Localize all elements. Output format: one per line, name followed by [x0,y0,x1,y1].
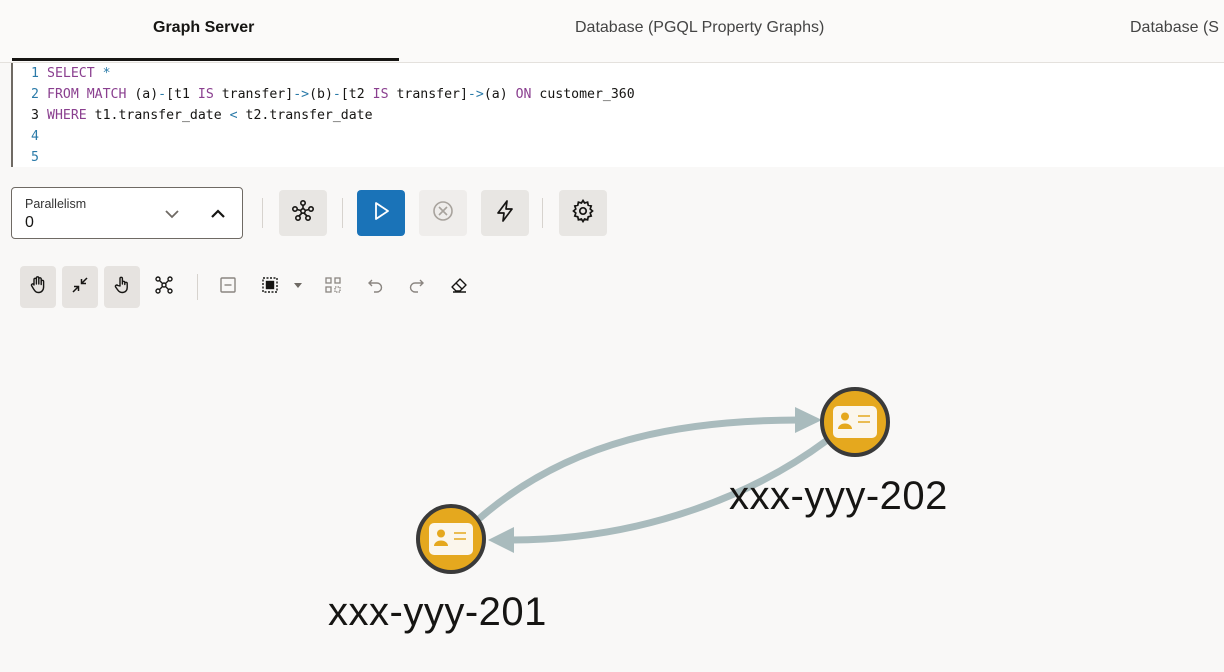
eraser-button[interactable] [441,266,477,308]
line-number: 1 [31,66,39,81]
select-grid-icon [260,275,280,300]
node-label-201: xxx-yyy-201 [328,590,547,634]
collapse-button[interactable] [62,266,98,308]
cancel-button[interactable] [419,190,467,236]
code-token: (b) [309,87,333,102]
code-token: (a) [126,87,159,102]
divider [342,198,343,228]
contact-card-icon [429,523,473,555]
parallelism-label: Parallelism [25,197,87,211]
select-tool-button[interactable] [104,266,140,308]
editor-line[interactable]: 2 FROM MATCH (a)-[t1 IS transfer]->(b)-[t… [13,84,635,105]
undo-icon [365,275,385,300]
network-icon [154,275,174,300]
minus-button[interactable] [210,266,246,308]
editor-line[interactable]: 1 SELECT * [13,63,111,84]
code-token: - [332,87,341,102]
divider [197,274,198,300]
code-token: transfer] [388,87,468,102]
redo-button[interactable] [399,266,435,308]
code-token: transfer] [213,87,294,102]
undo-button[interactable] [357,266,393,308]
hand-icon [28,275,48,300]
code-token: ON [515,87,532,102]
tab-database-sql[interactable]: Database (S [1130,0,1219,62]
cancel-circle-icon [431,199,455,228]
code-token: IS [372,87,389,102]
code-token: WHERE [47,108,87,123]
graph-canvas[interactable]: xxx-yyy-202 xxx-yyy-201 [0,320,1224,672]
tab-bar: Graph Server Database (PGQL Property Gra… [0,0,1224,63]
collapse-icon [70,275,90,300]
code-token: < [229,108,238,123]
layout-grid-icon [323,275,343,300]
divider [262,198,263,228]
graph-schema-icon [291,199,315,228]
run-button[interactable] [357,190,405,236]
editor-line[interactable]: 4 [13,126,47,147]
contact-card-icon [833,406,877,438]
line-number: 5 [31,150,39,165]
graph-schema-button[interactable] [279,190,327,236]
tab-database-pgql[interactable]: Database (PGQL Property Graphs) [575,0,824,62]
code-token: [t1 [166,87,198,102]
code-token: - [158,87,167,102]
code-token: t2.transfer_date [237,108,373,123]
parallelism-value[interactable]: 0 [25,214,34,232]
quick-action-button[interactable] [481,190,529,236]
gear-icon [571,198,595,228]
lightning-icon [493,199,517,228]
code-token: -> [293,87,310,102]
layout-grid-button[interactable] [315,266,351,308]
node-xxx-yyy-202[interactable] [820,387,890,457]
code-token: t1.transfer_date [86,108,230,123]
code-token: SELECT [47,66,95,81]
active-tab-indicator [12,58,399,61]
code-token: * [94,66,111,81]
pan-tool-button[interactable] [20,266,56,308]
line-number: 4 [31,129,39,144]
network-tool-button[interactable] [146,266,182,308]
code-token: [t2 [340,87,373,102]
tab-graph-server[interactable]: Graph Server [153,0,254,62]
play-icon [369,199,393,228]
line-number: 2 [31,87,39,102]
code-token: FROM MATCH [47,87,127,102]
pointer-hand-icon [112,275,132,300]
line-number: 3 [31,108,39,123]
chevron-up-icon[interactable] [206,202,230,226]
editor-line[interactable]: 5 [13,147,47,168]
divider [542,198,543,228]
minus-box-icon [218,275,238,300]
parallelism-field[interactable]: Parallelism 0 [11,187,243,239]
code-token: -> [467,87,484,102]
code-token: (a) [483,87,516,102]
node-xxx-yyy-201[interactable] [416,504,486,574]
editor-line[interactable]: 3 WHERE t1.transfer_date < t2.transfer_da… [13,105,373,126]
select-dropdown-button[interactable] [288,266,308,308]
select-grid-button[interactable] [252,266,288,308]
settings-button[interactable] [559,190,607,236]
redo-icon [407,275,427,300]
node-label-202: xxx-yyy-202 [729,474,948,518]
chevron-down-icon[interactable] [160,202,184,226]
caret-down-icon [292,278,304,296]
eraser-icon [449,275,469,300]
query-editor[interactable]: 1 SELECT * 2 FROM MATCH (a)-[t1 IS transfer… [11,63,1224,167]
code-token: IS [197,87,214,102]
code-token: customer_360 [531,87,635,102]
